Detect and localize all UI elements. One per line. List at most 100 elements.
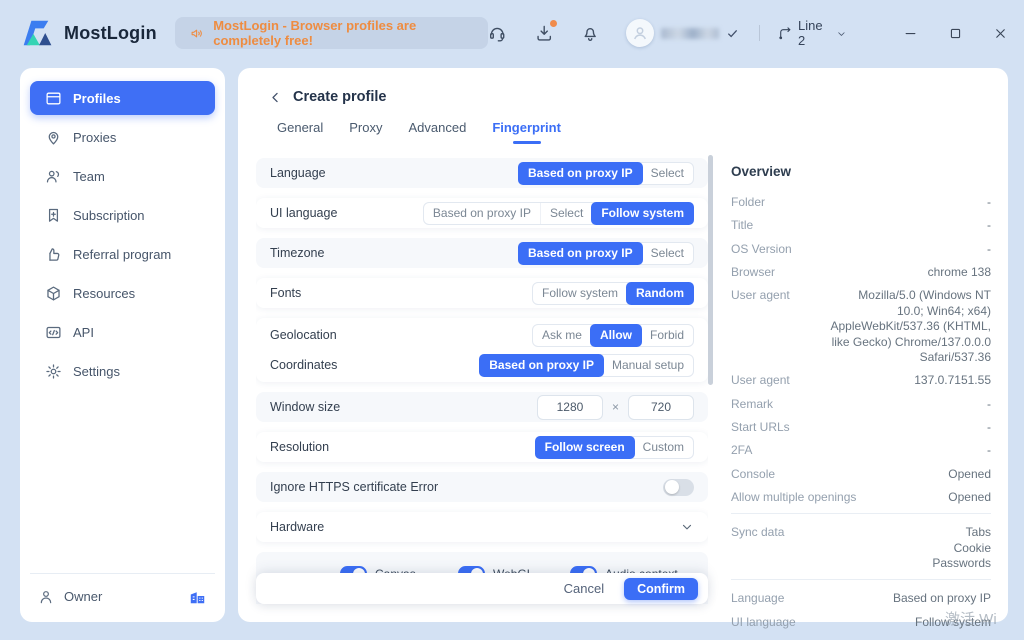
sidebar-item-api[interactable]: API xyxy=(30,315,215,349)
option-follow-system[interactable]: Follow system xyxy=(591,202,694,225)
back-icon[interactable] xyxy=(268,90,283,105)
support-icon[interactable] xyxy=(488,23,506,43)
sidebar-item-proxies[interactable]: Proxies xyxy=(30,120,215,154)
overview-label: Sync data xyxy=(731,525,784,539)
topbar-divider xyxy=(759,25,760,41)
tab-bar: General Proxy Advanced Fingerprint xyxy=(277,120,561,144)
sidebar-item-resources[interactable]: Resources xyxy=(30,276,215,310)
cube-icon xyxy=(45,285,62,302)
owner-label: Owner xyxy=(64,589,102,604)
option-follow-screen[interactable]: Follow screen xyxy=(535,436,635,459)
option-ask-me[interactable]: Ask me xyxy=(533,325,591,346)
page-title: Create profile xyxy=(293,89,386,105)
overview-row-console: Console Opened xyxy=(731,467,991,482)
field-label: Language xyxy=(270,166,326,180)
minimize-button[interactable] xyxy=(903,26,918,41)
option-forbid[interactable]: Forbid xyxy=(641,325,693,346)
field-label: Fonts xyxy=(270,286,301,300)
cancel-button[interactable]: Cancel xyxy=(564,581,604,596)
notification-dot xyxy=(550,20,557,27)
overview-row-allow-multiple-openings: Allow multiple openingsOpened xyxy=(731,490,991,505)
form-row-window-size: Window size× xyxy=(256,392,708,422)
field-label: Hardware xyxy=(270,520,324,534)
confirm-button[interactable]: Confirm xyxy=(624,578,698,600)
geolocation-segmented: Ask meAllowForbid xyxy=(532,324,694,347)
sidebar-item-team[interactable]: Team xyxy=(30,159,215,193)
overview-label: Title xyxy=(731,218,753,232)
option-random[interactable]: Random xyxy=(626,282,694,305)
browser-window-icon xyxy=(45,90,62,107)
sidebar-item-referral-program[interactable]: Referral program xyxy=(30,237,215,271)
tab-fingerprint[interactable]: Fingerprint xyxy=(492,120,561,144)
toggle-ignore-https-certificate-error[interactable] xyxy=(663,479,694,496)
option-allow[interactable]: Allow xyxy=(590,324,642,347)
tab-proxy[interactable]: Proxy xyxy=(349,120,382,144)
announcement-text: MostLogin - Browser profiles are complet… xyxy=(213,18,473,48)
option-custom[interactable]: Custom xyxy=(634,437,693,458)
overview-value: Opened xyxy=(948,490,991,505)
option-follow-system[interactable]: Follow system xyxy=(533,283,627,304)
height-input[interactable] xyxy=(628,395,694,420)
sidebar-item-label: Resources xyxy=(73,286,135,301)
sidebar-item-label: Team xyxy=(73,169,105,184)
option-based-on-proxy-ip[interactable]: Based on proxy IP xyxy=(518,242,643,265)
tab-advanced[interactable]: Advanced xyxy=(408,120,466,144)
option-based-on-proxy-ip[interactable]: Based on proxy IP xyxy=(479,354,604,377)
option-select[interactable]: Select xyxy=(642,243,693,264)
tab-general[interactable]: General xyxy=(277,120,323,144)
location-pin-icon xyxy=(45,129,62,146)
check-icon xyxy=(726,27,739,40)
overview-value: - xyxy=(987,195,991,210)
overview-row-language: LanguageBased on proxy IP xyxy=(731,591,991,606)
overview-divider xyxy=(731,579,991,580)
bell-icon[interactable] xyxy=(581,23,599,43)
option-based-on-proxy-ip[interactable]: Based on proxy IP xyxy=(424,203,540,224)
overview-label: Browser xyxy=(731,265,775,279)
people-icon xyxy=(45,168,62,185)
option-manual-setup[interactable]: Manual setup xyxy=(603,355,693,376)
app-window: MostLogin MostLogin - Browser profiles a… xyxy=(0,0,1024,640)
overview-row-browser: Browserchrome 138 xyxy=(731,265,991,280)
activation-watermark: 激活 Wi xyxy=(945,608,997,629)
maximize-button[interactable] xyxy=(948,26,963,41)
close-button[interactable] xyxy=(993,26,1008,41)
account-menu[interactable] xyxy=(626,19,739,47)
form-row-language: Language Based on proxy IPSelect xyxy=(256,158,708,188)
width-input[interactable] xyxy=(537,395,603,420)
field-label: Geolocation xyxy=(270,328,337,342)
option-select[interactable]: Select xyxy=(642,163,693,184)
chevron-down-icon[interactable] xyxy=(680,520,694,534)
overview-value: Tabs Cookie Passwords xyxy=(932,525,991,571)
option-based-on-proxy-ip[interactable]: Based on proxy IP xyxy=(518,162,643,185)
megaphone-icon xyxy=(190,25,204,42)
sidebar-item-label: Referral program xyxy=(73,247,171,262)
overview-value: Opened xyxy=(948,467,991,482)
overview-value: - xyxy=(987,242,991,257)
overview-row-user-agent: User agentMozilla/5.0 (Windows NT 10.0; … xyxy=(731,288,991,365)
sidebar-item-settings[interactable]: Settings xyxy=(30,354,215,388)
download-icon[interactable] xyxy=(535,23,553,43)
overview-rows: Folder-Title-OS Version-Browserchrome 13… xyxy=(731,195,991,640)
sidebar-item-profiles[interactable]: Profiles xyxy=(30,81,215,115)
sidebar: Profiles Proxies Team Subscription Referral … xyxy=(20,68,225,622)
fonts-segmented: Follow systemRandom xyxy=(532,282,694,305)
sidebar-item-subscription[interactable]: Subscription xyxy=(30,198,215,232)
sidebar-item-label: Subscription xyxy=(73,208,145,223)
fingerprint-form: LanguageBased on proxy IPSelectUI langua… xyxy=(256,158,708,604)
building-icon[interactable] xyxy=(188,587,207,606)
multiply-sign: × xyxy=(612,400,619,414)
account-name-redacted xyxy=(661,28,719,39)
field-label: Coordinates xyxy=(270,358,337,372)
overview-label: Remark xyxy=(731,397,773,411)
scrollbar[interactable] xyxy=(708,155,713,385)
option-select[interactable]: Select xyxy=(540,203,592,224)
chevron-down-icon xyxy=(836,27,847,39)
announcement-banner[interactable]: MostLogin - Browser profiles are complet… xyxy=(175,17,489,49)
sidebar-footer[interactable]: Owner xyxy=(30,573,215,612)
overview-value: Based on proxy IP xyxy=(893,591,991,606)
line-selector[interactable]: Line 2 xyxy=(778,18,847,48)
language-segmented: Based on proxy IPSelect xyxy=(518,162,694,185)
mostlogin-logo-icon xyxy=(16,16,56,50)
overview-title: Overview xyxy=(731,164,991,179)
overview-label: Console xyxy=(731,467,775,481)
